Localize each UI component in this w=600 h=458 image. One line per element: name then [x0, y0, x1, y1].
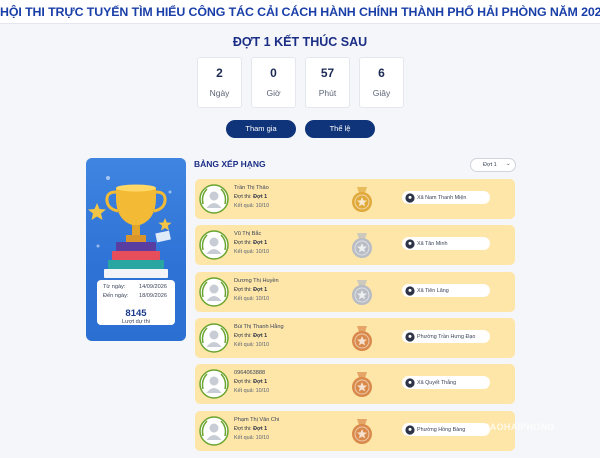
participant-name: Dương Thị Huyền: [234, 278, 279, 284]
leaderboard-row: Bùi Thị Thanh Hằng Đợt thi: Đợt 1 Kết quả:…: [195, 318, 515, 358]
avatar-icon: [199, 416, 229, 446]
leaderboard-row: 0964063888 Đợt thi: Đợt 1 Kết quả: 10/10 Xã…: [195, 364, 515, 404]
participant-score: Kết quả: 10/10: [234, 435, 270, 441]
join-button[interactable]: Tham gia: [226, 120, 296, 138]
participant-name: Vũ Thị Bắc: [234, 231, 262, 237]
bronze-medal-icon: [352, 372, 372, 397]
round-label: Đợt thi:: [234, 379, 252, 385]
bronze-medal-icon: [352, 326, 372, 351]
participant-count-label: Lượt dự thi: [122, 319, 150, 325]
round-label: Đợt thi:: [234, 426, 252, 432]
participant-round: Đợt thi: Đợt 1: [234, 379, 267, 385]
location-text: Xã Nam Thanh Miện: [417, 194, 467, 201]
round-value: Đợt 1: [253, 379, 268, 385]
location-text: Xã Quyết Thắng: [417, 379, 457, 386]
leaderboard-row: Vũ Thị Bắc Đợt thi: Đợt 1 Kết quả: 10/10 Xã…: [195, 225, 515, 265]
participant-round: Đợt thi: Đợt 1: [234, 287, 267, 293]
round-value: Đợt 1: [253, 333, 268, 339]
avatar-icon: [199, 369, 229, 399]
participant-name: Trần Thị Thảo: [234, 185, 269, 191]
round-value: Đợt 1: [253, 240, 268, 246]
location-badge: Xã Tân Minh: [402, 237, 490, 250]
watermark: BAOHAIPHONG: [483, 422, 555, 432]
map-pin-icon: [405, 332, 415, 342]
participant-score: Kết quả: 10/10: [234, 342, 270, 348]
countdown-hours-unit: Giờ: [266, 88, 281, 98]
round-label: Đợt thi:: [234, 287, 252, 293]
location-text: Phường Trần Hưng Đạo: [417, 333, 476, 340]
location-text: Xã Tân Minh: [417, 240, 448, 247]
contest-title: HỘI THI TRỰC TUYẾN TÌM HIỂU CÔNG TÁC CẢI…: [0, 5, 600, 19]
to-date-label: Đến ngày:: [103, 293, 129, 299]
participant-score: Kết quả: 10/10: [234, 203, 270, 209]
round-select-value: Đợt 1: [483, 162, 497, 168]
map-pin-icon: [405, 239, 415, 249]
rules-button[interactable]: Thể lệ: [305, 120, 375, 138]
avatar-icon: [199, 230, 229, 260]
countdown-minutes-value: 57: [320, 66, 335, 80]
countdown-seconds-value: 6: [378, 66, 385, 80]
from-date-label: Từ ngày:: [103, 284, 126, 290]
countdown-minutes: 57 Phút: [305, 57, 350, 108]
countdown-days-unit: Ngày: [209, 88, 230, 98]
silver-medal-icon: [352, 280, 372, 305]
participant-score: Kết quả: 10/10: [234, 388, 270, 394]
avatar-icon: [199, 184, 229, 214]
countdown-seconds-unit: Giây: [372, 88, 391, 98]
participant-count: 8145: [125, 308, 147, 319]
participant-round: Đợt thi: Đợt 1: [234, 426, 267, 432]
round-label: Đợt thi:: [234, 240, 252, 246]
countdown-days-value: 2: [216, 66, 223, 80]
leaderboard-row: Trần Thị Thảo Đợt thi: Đợt 1 Kết quả: 10/1…: [195, 179, 515, 219]
map-pin-icon: [405, 378, 415, 388]
avatar-icon: [199, 277, 229, 307]
round-label: Đợt thi:: [234, 194, 252, 200]
map-pin-icon: [405, 193, 415, 203]
participant-name: 0964063888: [234, 370, 266, 376]
chevron-down-icon: ⌄: [506, 161, 511, 167]
silver-medal-icon: [352, 233, 372, 258]
round-value: Đợt 1: [253, 194, 268, 200]
leaderboard-title: BẢNG XẾP HẠNG: [194, 159, 266, 169]
bronze-medal-icon: [352, 419, 372, 444]
countdown-seconds: 6 Giây: [359, 57, 404, 108]
location-badge: Xã Quyết Thắng: [402, 376, 490, 389]
round-label: Đợt thi:: [234, 333, 252, 339]
promo-card: Từ ngày: 14/09/2026 Đến ngày: 18/09/2026…: [86, 158, 186, 341]
from-date-value: 14/09/2026: [139, 284, 167, 290]
avatar-icon: [199, 323, 229, 353]
participant-round: Đợt thi: Đợt 1: [234, 240, 267, 246]
map-pin-icon: [405, 286, 415, 296]
participant-name: Phạm Thị Vân Chi: [234, 417, 280, 423]
leaderboard-row: Phạm Thị Vân Chi Đợt thi: Đợt 1 Kết quả: 1…: [195, 411, 515, 451]
map-pin-icon: [405, 425, 415, 435]
location-badge: Xã Nam Thanh Miện: [402, 191, 490, 204]
location-badge: Phường Hồng Bàng: [402, 423, 490, 436]
participant-round: Đợt thi: Đợt 1: [234, 333, 267, 339]
countdown-hours: 0 Giờ: [251, 57, 296, 108]
round-value: Đợt 1: [253, 287, 268, 293]
participant-round: Đợt thi: Đợt 1: [234, 194, 267, 200]
location-badge: Phường Trần Hưng Đạo: [402, 330, 490, 343]
leaderboard-row: Dương Thị Huyền Đợt thi: Đợt 1 Kết quả: 10…: [195, 272, 515, 312]
to-date-value: 18/09/2026: [139, 293, 167, 299]
round-value: Đợt 1: [253, 426, 268, 432]
countdown-minutes-unit: Phút: [318, 88, 337, 98]
promo-info-panel: Từ ngày: 14/09/2026 Đến ngày: 18/09/2026…: [97, 280, 175, 325]
location-text: Xã Tiên Lãng: [417, 287, 449, 294]
participant-score: Kết quả: 10/10: [234, 249, 270, 255]
countdown-days: 2 Ngày: [197, 57, 242, 108]
countdown-hours-value: 0: [270, 66, 277, 80]
participant-name: Bùi Thị Thanh Hằng: [234, 324, 284, 330]
participant-score: Kết quả: 10/10: [234, 296, 270, 302]
location-badge: Xã Tiên Lãng: [402, 284, 490, 297]
location-text: Phường Hồng Bàng: [417, 426, 466, 433]
countdown-title: ĐỢT 1 KẾT THÚC SAU: [232, 35, 368, 49]
top-banner: HỘI THI TRỰC TUYẾN TÌM HIỂU CÔNG TÁC CẢI…: [0, 0, 600, 24]
gold-medal-icon: [352, 187, 372, 212]
round-select[interactable]: Đợt 1 ⌄: [470, 158, 516, 172]
